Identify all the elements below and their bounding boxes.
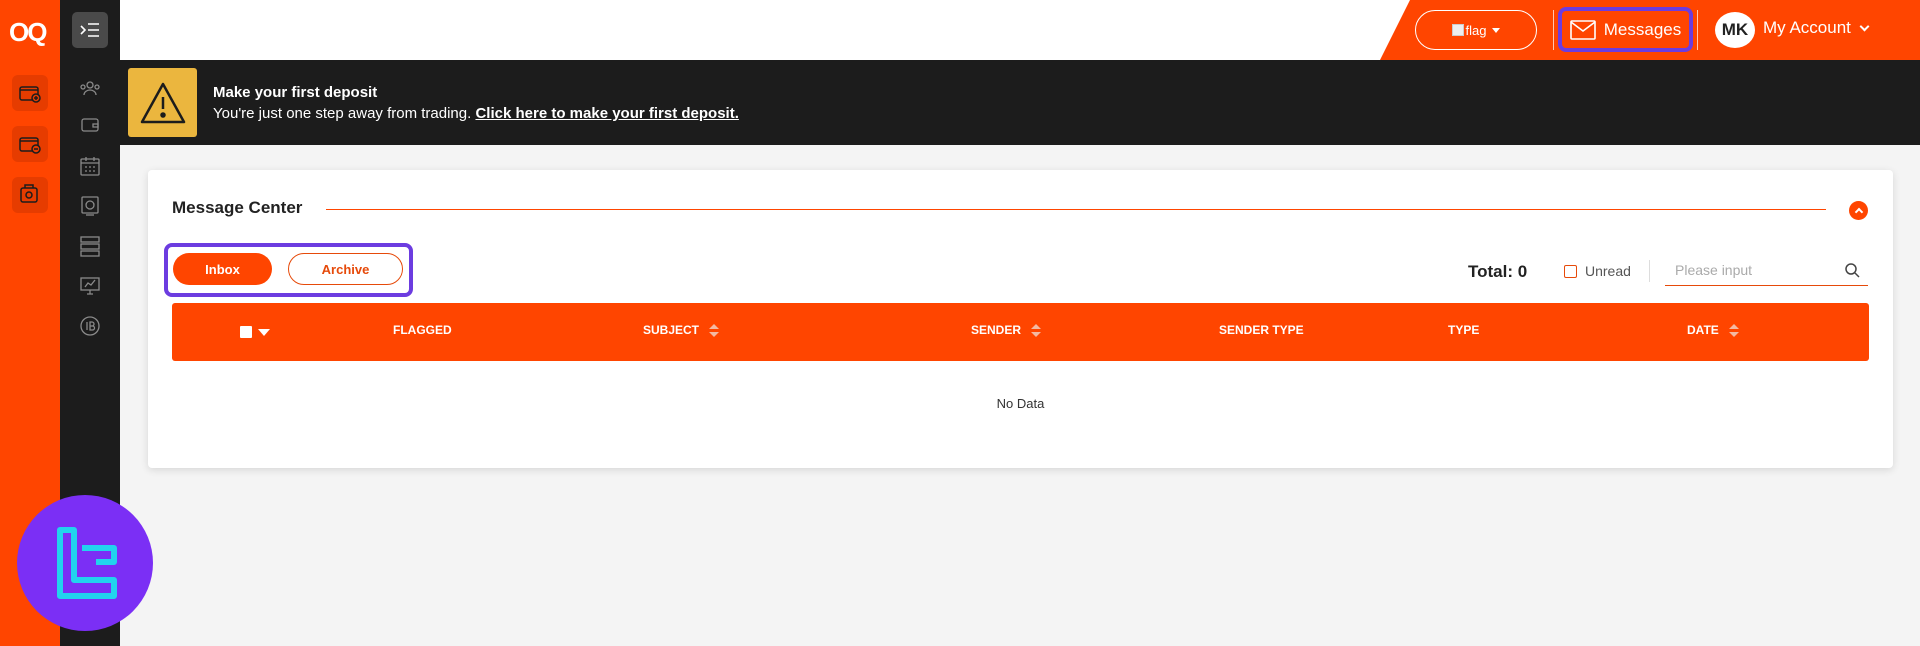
column-flagged: FLAGGED [393, 323, 452, 337]
users-icon [80, 81, 100, 96]
banner-text: You're just one step away from trading. … [213, 105, 739, 122]
search-icon[interactable] [1844, 262, 1860, 278]
deposit-wallet-icon [19, 86, 41, 103]
sort-icon[interactable] [1728, 323, 1739, 337]
chevron-up-icon [1854, 207, 1863, 217]
ib-icon [80, 316, 100, 336]
deposit-banner: Make your first deposit You're just one … [120, 60, 1920, 145]
messages-label: Messages [1603, 19, 1682, 39]
tab-archive[interactable]: Archive [288, 253, 403, 285]
sidebar-item-wallet[interactable] [78, 113, 102, 137]
column-subject-label: SUBJECT [643, 323, 700, 337]
flag-icon: flag [1451, 22, 1487, 38]
column-type: TYPE [1448, 323, 1479, 337]
transfer-wallet-icon [20, 184, 38, 203]
column-date-label: DATE [1687, 323, 1719, 337]
warning-box [128, 68, 197, 137]
my-account-label: My Account [1763, 18, 1851, 37]
unread-label: Unread [1585, 263, 1631, 279]
sidebar-item-server[interactable] [78, 234, 102, 258]
sort-icon[interactable] [709, 323, 720, 337]
sidebar-item-trading-platform[interactable] [78, 274, 102, 298]
title-divider [326, 209, 1826, 210]
filter-divider [1649, 260, 1650, 282]
column-subject[interactable]: SUBJECT [643, 323, 720, 337]
caret-down-icon[interactable] [258, 328, 270, 336]
wallet-icon [81, 118, 99, 132]
sidebar-item-monitor[interactable] [78, 194, 102, 218]
sidebar-item-calendar[interactable] [78, 154, 102, 178]
deposit-link[interactable]: Click here to make your first deposit. [475, 105, 738, 122]
page-title: Message Center [172, 198, 303, 217]
banner-message: You're just one step away from trading. [213, 105, 476, 122]
brand-logo[interactable]: OQ [9, 17, 47, 48]
caret-down-icon [1492, 27, 1501, 33]
column-sender-type-label: SENDER TYPE [1219, 323, 1304, 337]
select-all-control[interactable] [240, 326, 270, 338]
calendar-icon [80, 157, 100, 176]
sort-icon[interactable] [1031, 323, 1042, 337]
column-sender-label: SENDER [971, 323, 1022, 337]
menu-toggle-button[interactable] [72, 12, 108, 48]
column-flagged-label: FLAGGED [393, 323, 452, 337]
banner-title: Make your first deposit [213, 84, 378, 101]
select-all-checkbox[interactable] [240, 326, 252, 338]
column-sender-type: SENDER TYPE [1219, 323, 1304, 337]
column-sender[interactable]: SENDER [971, 323, 1042, 337]
empty-state: No Data [996, 396, 1045, 411]
server-icon [80, 236, 100, 257]
messages-table-header: FLAGGED SUBJECT SENDER SENDER TYPE TYPE … [172, 303, 1869, 361]
sidebar-item-ib[interactable] [78, 314, 102, 338]
unread-filter[interactable]: Unread [1564, 263, 1631, 279]
language-selector[interactable]: flag [1415, 10, 1537, 50]
unread-checkbox[interactable] [1564, 264, 1577, 278]
deposit-button[interactable] [12, 75, 48, 111]
search-field [1665, 256, 1868, 286]
tc-logo-icon [57, 527, 117, 599]
messages-button[interactable]: Messages [1558, 7, 1693, 52]
flag-alt-text: flag [1465, 22, 1487, 38]
transfer-button[interactable] [12, 177, 48, 213]
trading-platform-icon [80, 277, 100, 295]
chevron-down-icon [1859, 21, 1870, 31]
column-date[interactable]: DATE [1687, 323, 1739, 337]
total-count: Total: 0 [1468, 262, 1528, 281]
sidebar-item-users[interactable] [78, 76, 102, 100]
monitor-icon [81, 196, 99, 216]
topbar-divider [1697, 10, 1698, 50]
avatar[interactable]: MK [1715, 12, 1755, 48]
tab-inbox[interactable]: Inbox [173, 253, 272, 285]
collapse-button[interactable] [1849, 201, 1868, 220]
menu-toggle-icon [80, 23, 99, 37]
message-tabs: Inbox Archive [164, 243, 413, 297]
topbar-divider [1553, 10, 1554, 50]
message-center-card: Message Center Inbox Archive Total: 0 Un… [148, 170, 1893, 468]
withdraw-button[interactable] [12, 126, 48, 162]
search-input[interactable] [1675, 262, 1835, 278]
watermark-logo [17, 495, 153, 631]
column-type-label: TYPE [1448, 323, 1480, 337]
my-account-menu[interactable]: My Account [1763, 18, 1870, 38]
withdraw-wallet-icon [19, 137, 41, 154]
warning-icon [140, 82, 185, 123]
envelope-icon [1569, 19, 1596, 40]
